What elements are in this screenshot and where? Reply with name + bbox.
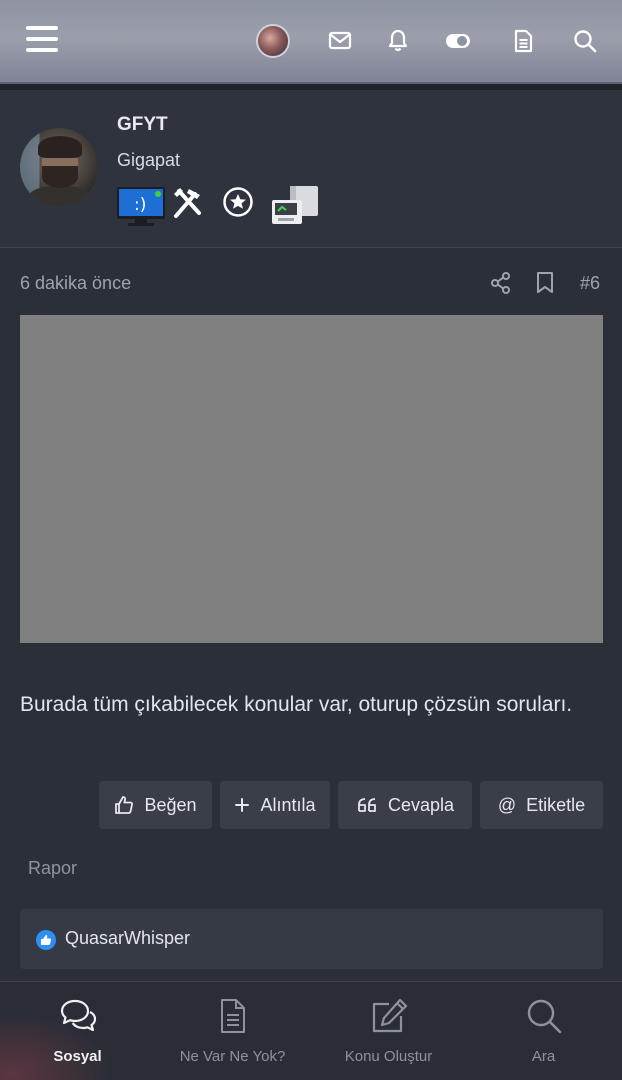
like-button[interactable]: Beğen — [99, 781, 212, 829]
nav-item-sosyal[interactable]: Sosyal — [0, 982, 155, 1080]
nav-label-konu-olustur: Konu Oluştur — [344, 1048, 433, 1065]
at-icon: @ — [497, 794, 517, 815]
svg-text::): :) — [134, 195, 146, 215]
document-icon[interactable] — [510, 28, 536, 54]
top-bar — [0, 0, 622, 84]
bottom-nav: Sosyal Ne Var Ne Yok? Konu Oluştur Ara — [0, 981, 622, 1080]
edit-icon — [372, 998, 407, 1033]
post-time[interactable]: 6 dakika önce — [20, 273, 131, 294]
nav-item-konu-olustur[interactable]: Konu Oluştur — [311, 982, 466, 1080]
like-reaction-icon — [36, 930, 56, 950]
quote-marks-icon — [358, 798, 376, 812]
post-image[interactable] — [20, 315, 603, 643]
bell-icon[interactable] — [385, 28, 411, 54]
liked-by-user[interactable]: QuasarWhisper — [65, 928, 190, 949]
reply-label: Cevapla — [387, 794, 455, 815]
chat-icon — [60, 999, 96, 1032]
search-icon[interactable] — [572, 28, 598, 54]
reply-button[interactable]: Cevapla — [338, 781, 472, 829]
nav-label-sosyal: Sosyal — [53, 1048, 102, 1065]
nav-label-ne-var-ne-yok: Ne Var Ne Yok? — [179, 1048, 286, 1065]
plus-icon — [235, 798, 250, 812]
monitor-bsod-badge: :) — [117, 187, 165, 226]
author-avatar[interactable] — [20, 128, 98, 206]
menu-icon[interactable] — [26, 26, 58, 54]
mention-label: Etiketle — [526, 794, 586, 815]
mail-icon[interactable] — [327, 28, 353, 54]
star-circle-badge — [223, 187, 253, 217]
author-name[interactable]: GFYT — [117, 114, 168, 136]
quote-label: Alıntıla — [260, 794, 316, 815]
document-icon — [220, 999, 245, 1033]
bookmark-icon[interactable] — [535, 271, 555, 295]
nav-label-ara: Ara — [531, 1048, 556, 1065]
tools-badge — [174, 188, 201, 218]
quote-button[interactable]: Alıntıla — [220, 781, 330, 829]
user-avatar[interactable] — [256, 24, 290, 58]
thumbs-up-icon — [115, 796, 134, 814]
nav-item-ne-var-ne-yok[interactable]: Ne Var Ne Yok? — [155, 982, 310, 1080]
toggle-icon[interactable] — [444, 28, 472, 54]
like-label: Beğen — [144, 794, 197, 815]
nav-item-ara[interactable]: Ara — [466, 982, 621, 1080]
share-icon[interactable] — [490, 271, 512, 295]
post-number[interactable]: #6 — [580, 273, 600, 294]
search-icon — [527, 999, 561, 1034]
computer-badge — [272, 186, 318, 224]
report-link[interactable]: Rapor — [28, 858, 77, 879]
post-body: Burada tüm çıkabilecek konular var, otur… — [20, 693, 573, 716]
author-title: Gigapat — [117, 150, 181, 170]
mention-button[interactable]: @ Etiketle — [480, 781, 603, 829]
reactions-bar: QuasarWhisper — [20, 909, 603, 969]
